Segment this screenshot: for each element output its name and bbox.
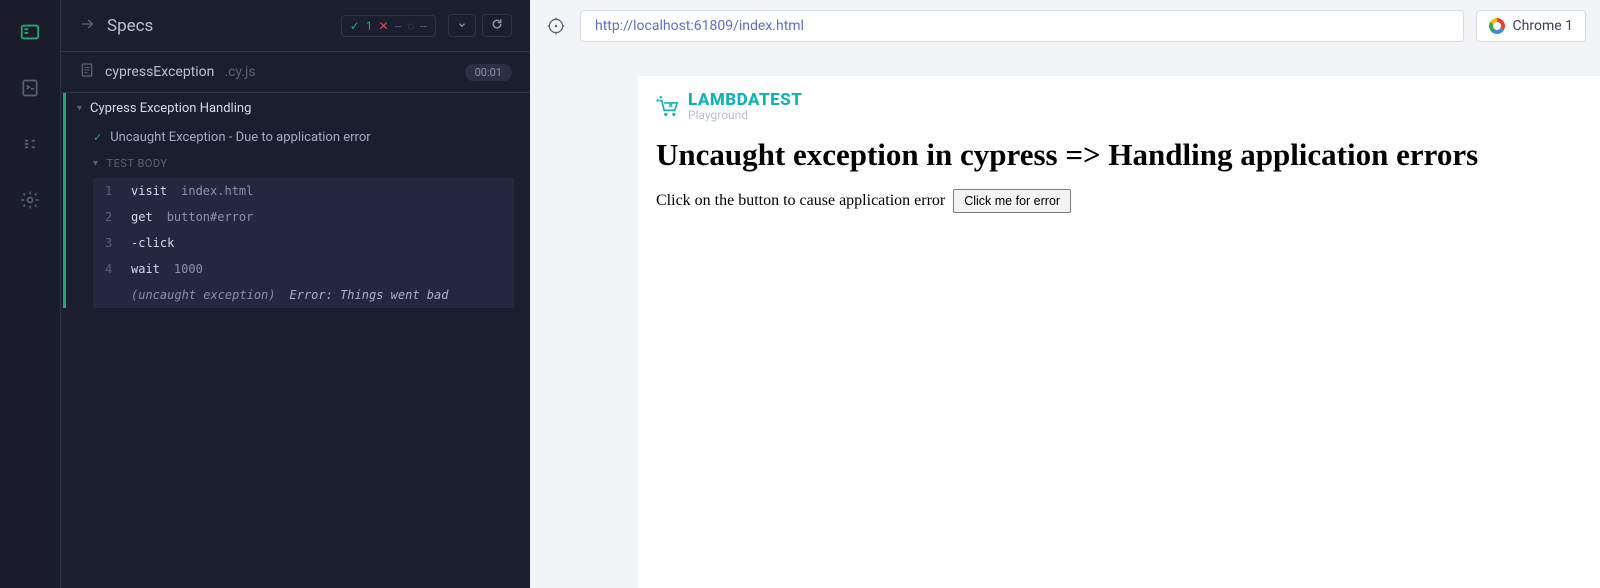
- check-icon: ✓: [350, 19, 360, 33]
- logo-name: LAMBDATEST: [688, 92, 802, 109]
- test-tree: ▾ Cypress Exception Handling ✓ Uncaught …: [63, 93, 530, 308]
- expand-icon[interactable]: [79, 16, 95, 36]
- chrome-icon: [1489, 18, 1505, 34]
- run-controls: [448, 14, 512, 37]
- collapse-button[interactable]: [448, 14, 476, 37]
- run-stats: ✓ 1 ✕ -- ◌ --: [341, 15, 436, 37]
- test-row[interactable]: ✓ Uncaught Exception - Due to applicatio…: [63, 124, 530, 151]
- browser-label: Chrome 1: [1513, 18, 1573, 34]
- specs-icon[interactable]: [18, 76, 42, 100]
- lambdatest-logo: LAMBDATEST Playground: [656, 92, 1582, 121]
- uncaught-exception-row[interactable]: (uncaught exception) Error: Things went b…: [93, 282, 514, 308]
- restart-button[interactable]: [482, 14, 512, 37]
- cart-icon: [656, 94, 682, 120]
- selector-playground-icon[interactable]: [544, 14, 568, 38]
- debug-icon[interactable]: [18, 132, 42, 156]
- command-name: wait: [131, 262, 160, 276]
- status-bar: [63, 93, 66, 308]
- command-name: -click: [131, 236, 174, 250]
- command-arg: 1000: [174, 262, 203, 276]
- specs-header: Specs ✓ 1 ✕ -- ◌ --: [61, 0, 530, 51]
- exception-message: Error: Things went bad: [290, 288, 449, 302]
- failed-count: --: [395, 19, 402, 33]
- command-arg: index.html: [181, 184, 253, 198]
- reporter-panel: Specs ✓ 1 ✕ -- ◌ -- cypressException .cy.…: [60, 0, 530, 588]
- command-row[interactable]: 1 visit index.html: [93, 178, 514, 204]
- command-name: get: [131, 210, 153, 224]
- command-row[interactable]: 3 -click: [93, 230, 514, 256]
- page-subtext: Click on the button to cause application…: [656, 192, 945, 209]
- file-icon: [79, 62, 95, 82]
- logo-sub: Playground: [688, 109, 802, 121]
- chevron-down-icon: ▾: [77, 103, 82, 114]
- suite-row[interactable]: ▾ Cypress Exception Handling: [63, 93, 530, 124]
- specs-title: Specs: [107, 16, 329, 36]
- command-number: 3: [105, 236, 117, 250]
- test-name: Uncaught Exception - Due to application …: [110, 130, 370, 145]
- url-bar: Chrome 1: [530, 0, 1600, 52]
- command-number: 2: [105, 210, 117, 224]
- browser-selector[interactable]: Chrome 1: [1476, 10, 1586, 42]
- pending-icon: ◌: [407, 19, 414, 33]
- command-number: 4: [105, 262, 117, 276]
- check-icon: ✓: [93, 131, 102, 144]
- command-number: 1: [105, 184, 117, 198]
- passed-count: 1: [366, 19, 373, 33]
- page-heading: Uncaught exception in cypress => Handlin…: [656, 137, 1582, 173]
- nav-rail: [0, 0, 60, 588]
- command-row[interactable]: 2 get button#error: [93, 204, 514, 230]
- trigger-error-button[interactable]: Click me for error: [953, 189, 1071, 213]
- url-input[interactable]: [580, 10, 1464, 42]
- command-name: visit: [131, 184, 167, 198]
- exception-label: (uncaught exception): [131, 288, 276, 302]
- page-paragraph: Click on the button to cause application…: [656, 189, 1582, 213]
- test-body-label: TEST BODY: [107, 157, 168, 170]
- app-under-test-panel: Chrome 1 LAMBDATEST Playground Uncaught …: [530, 0, 1600, 588]
- command-arg: button#error: [167, 210, 254, 224]
- test-body-header[interactable]: ▾ TEST BODY: [63, 151, 530, 176]
- app-viewport: LAMBDATEST Playground Uncaught exception…: [638, 76, 1600, 588]
- suite-name: Cypress Exception Handling: [90, 101, 251, 116]
- spec-file-name: cypressException: [105, 64, 214, 80]
- x-icon: ✕: [379, 19, 389, 33]
- command-log: 1 visit index.html 2 get button#error 3 -click 4…: [93, 178, 514, 308]
- chevron-down-icon: ▾: [93, 158, 99, 169]
- spec-file-row[interactable]: cypressException .cy.js 00:01: [61, 51, 530, 93]
- test-runner-icon[interactable]: [18, 20, 42, 44]
- command-row[interactable]: 4 wait 1000: [93, 256, 514, 282]
- pending-count: --: [420, 19, 427, 33]
- spec-file-ext: .cy.js: [224, 64, 255, 80]
- duration-badge: 00:01: [465, 64, 512, 81]
- settings-icon[interactable]: [18, 188, 42, 212]
